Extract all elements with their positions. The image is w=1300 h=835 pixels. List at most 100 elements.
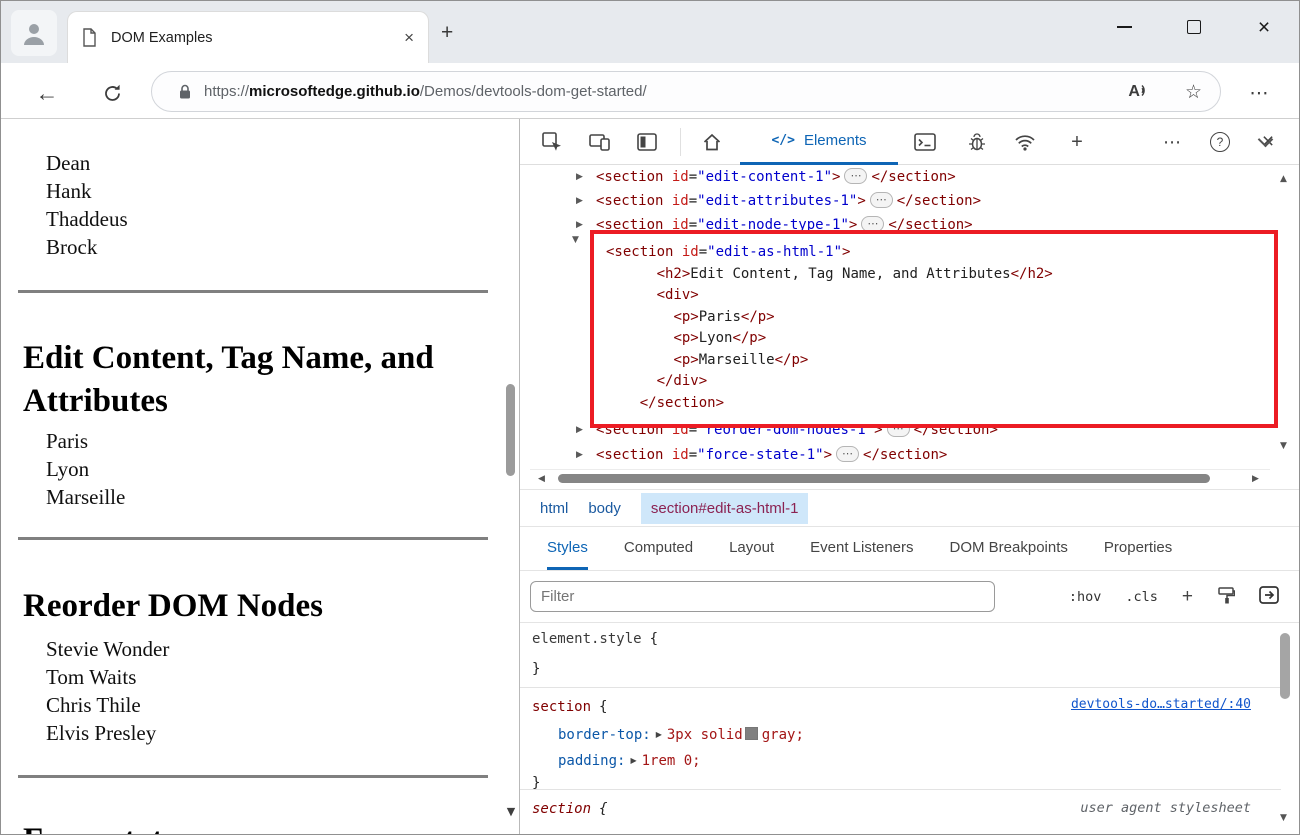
expand-arrow-icon[interactable]: ▶	[576, 189, 590, 213]
elements-tab-label: Elements	[804, 132, 867, 149]
page-scrollbar-down-icon[interactable]: ▼	[503, 805, 519, 818]
page-scrollbar-thumb[interactable]	[506, 384, 515, 476]
dom-tree-node[interactable]: ▶<section id="edit-content-1">⋯</section…	[520, 165, 1281, 189]
scroll-up-icon[interactable]: ▲	[1280, 174, 1287, 184]
expand-arrow-icon[interactable]: ▶	[576, 213, 590, 237]
horizontal-scrollbar-thumb[interactable]	[558, 474, 1210, 483]
styles-tab-layout[interactable]: Layout	[729, 527, 774, 570]
styles-tab-computed[interactable]: Computed	[624, 527, 693, 570]
expand-arrow-icon[interactable]: ▶	[576, 418, 590, 442]
maximize-button[interactable]	[1159, 1, 1229, 53]
collapse-arrow-icon[interactable]: ▼	[572, 235, 579, 245]
breadcrumb-item[interactable]: section#edit-as-html-1	[641, 493, 809, 524]
home-icon[interactable]	[696, 126, 728, 158]
code-token	[606, 352, 673, 368]
code-token: =	[689, 447, 697, 463]
new-style-rule-icon[interactable]: +	[1182, 586, 1193, 608]
tab-elements[interactable]: </> Elements	[740, 119, 898, 165]
code-token: </h2>	[1011, 266, 1053, 282]
styles-tab-bar: Styles Computed Layout Event Listeners DOM B…	[520, 527, 1300, 571]
navigation-bar: ← https://microsoftedge.github.io/Demos/…	[1, 63, 1299, 119]
shorthand-expand-icon[interactable]: ▶	[656, 730, 662, 739]
editor-line[interactable]: <p>Lyon</p>	[606, 328, 1274, 350]
more-tools-icon[interactable]: ⋯	[1156, 126, 1188, 158]
css-property-value: 1rem 0;	[642, 753, 701, 769]
styles-scroll-down-icon[interactable]: ▼	[1280, 813, 1287, 823]
help-button[interactable]: ?	[1204, 126, 1236, 158]
network-icon[interactable]	[1009, 126, 1041, 158]
address-bar[interactable]: https://microsoftedge.github.io/Demos/de…	[151, 71, 1221, 112]
dom-tree-node[interactable]: ▶<section id="force-state-1">⋯</section>	[520, 443, 1281, 467]
edit-as-html-editor[interactable]: <section id="edit-as-html-1"> <h2>Edit C…	[590, 230, 1278, 428]
collapsed-content-ellipsis[interactable]: ⋯	[870, 192, 893, 208]
back-button[interactable]: ←	[31, 77, 63, 109]
toggle-cls-button[interactable]: .cls	[1125, 589, 1158, 605]
styles-filter-bar: :hov .cls +	[520, 571, 1300, 623]
css-property-row[interactable]: padding:▶1rem 0;	[558, 751, 701, 771]
code-token: id	[672, 169, 689, 185]
collapsed-content-ellipsis[interactable]: ⋯	[836, 446, 859, 462]
styles-tab-styles[interactable]: Styles	[547, 527, 588, 570]
collapsed-content-ellipsis[interactable]: ⋯	[844, 168, 867, 184]
close-window-button[interactable]: ×	[1229, 1, 1299, 53]
settings-more-button[interactable]: ⋯	[1243, 77, 1275, 109]
color-swatch[interactable]	[745, 727, 758, 740]
bug-icon[interactable]	[961, 126, 993, 158]
breadcrumb-item[interactable]: body	[588, 500, 621, 517]
editor-line[interactable]: <h2>Edit Content, Tag Name, and Attribut…	[606, 264, 1274, 286]
tab-close-icon[interactable]: ×	[404, 29, 414, 46]
minimize-button[interactable]	[1089, 1, 1159, 53]
styles-tab-event-listeners[interactable]: Event Listeners	[810, 527, 913, 570]
scroll-down-icon[interactable]: ▼	[1280, 441, 1287, 451]
section-style-rule[interactable]: section{	[532, 697, 607, 717]
editor-line[interactable]: <p>Marseille</p>	[606, 350, 1274, 372]
section-divider	[18, 775, 488, 778]
titlebar[interactable]: DOM Examples × + ×	[1, 1, 1299, 63]
user-agent-rule[interactable]: section{	[532, 799, 607, 819]
scroll-right-icon[interactable]: ▶	[1252, 474, 1259, 484]
add-panel-icon[interactable]: +	[1061, 126, 1093, 158]
profile-avatar[interactable]	[11, 10, 57, 56]
code-token: <p>	[673, 330, 698, 346]
styles-tab-dom-breakpoints[interactable]: DOM Breakpoints	[950, 527, 1068, 570]
editor-line[interactable]: <section id="edit-as-html-1">	[606, 242, 1274, 264]
url-text: https://microsoftedge.github.io/Demos/de…	[204, 83, 647, 100]
css-property-row[interactable]: border-top:▶3px solidgray;	[558, 725, 804, 745]
list-item: Hank	[46, 177, 128, 205]
refresh-button[interactable]	[96, 77, 128, 109]
inspect-element-icon[interactable]	[536, 126, 568, 158]
inline-style-rule[interactable]: element.style{	[532, 629, 658, 649]
dock-side-icon[interactable]	[631, 126, 663, 158]
console-icon[interactable]	[909, 126, 941, 158]
editor-line[interactable]: </div>	[606, 371, 1274, 393]
expand-arrow-icon[interactable]: ▶	[576, 165, 590, 189]
code-token: </div>	[657, 373, 708, 389]
scroll-left-icon[interactable]: ◀	[538, 474, 545, 484]
editor-line[interactable]: </section>	[606, 393, 1274, 415]
editor-line[interactable]: <div>	[606, 285, 1274, 307]
code-token: <section	[596, 169, 672, 185]
favorites-star-button[interactable]: ☆	[1185, 81, 1202, 103]
styles-scrollbar-thumb[interactable]	[1280, 633, 1290, 699]
dom-tree-node[interactable]: ▶<section id="edit-attributes-1">⋯</sect…	[520, 189, 1281, 213]
document-icon	[82, 28, 97, 47]
code-token: =	[689, 193, 697, 209]
horizontal-scrollbar[interactable]: ◀ ▶	[530, 469, 1270, 487]
shorthand-expand-icon[interactable]: ▶	[630, 756, 636, 765]
css-property-value: 3px solid	[667, 727, 743, 743]
read-aloud-button[interactable]: A	[1128, 83, 1149, 101]
lock-icon[interactable]	[178, 83, 192, 100]
browser-tab[interactable]: DOM Examples ×	[67, 11, 429, 63]
section-divider	[18, 290, 488, 293]
toggle-hov-button[interactable]: :hov	[1069, 589, 1102, 605]
format-painter-icon[interactable]	[1217, 586, 1235, 609]
stylesheet-source-link[interactable]: devtools-do…started/:40	[1071, 697, 1251, 712]
styles-filter-input[interactable]	[530, 581, 995, 612]
breadcrumb-item[interactable]: html	[540, 500, 568, 517]
device-emulation-icon[interactable]	[584, 126, 616, 158]
computed-sidebar-toggle-icon[interactable]	[1259, 586, 1279, 609]
editor-line[interactable]: <p>Paris</p>	[606, 307, 1274, 329]
expand-arrow-icon[interactable]: ▶	[576, 443, 590, 467]
new-tab-button[interactable]: +	[441, 21, 453, 45]
styles-tab-properties[interactable]: Properties	[1104, 527, 1172, 570]
